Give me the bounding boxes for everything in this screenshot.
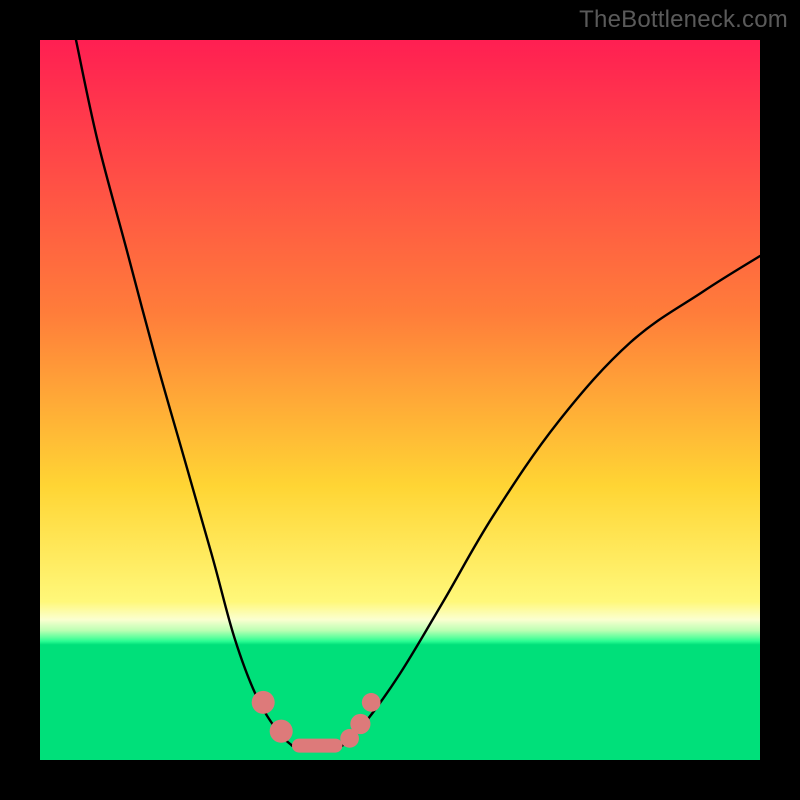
marker-dot	[350, 714, 370, 734]
bottleneck-curve-right	[342, 256, 760, 746]
marker-dot	[270, 720, 293, 743]
valley-floor-bar	[292, 739, 342, 753]
bottleneck-curve-svg	[40, 40, 760, 760]
chart-plot-area	[40, 40, 760, 760]
bottleneck-curve-left	[76, 40, 292, 746]
chart-frame: TheBottleneck.com	[0, 0, 800, 800]
marker-dot	[362, 693, 381, 712]
marker-dot	[252, 691, 275, 714]
watermark-text: TheBottleneck.com	[579, 6, 788, 34]
